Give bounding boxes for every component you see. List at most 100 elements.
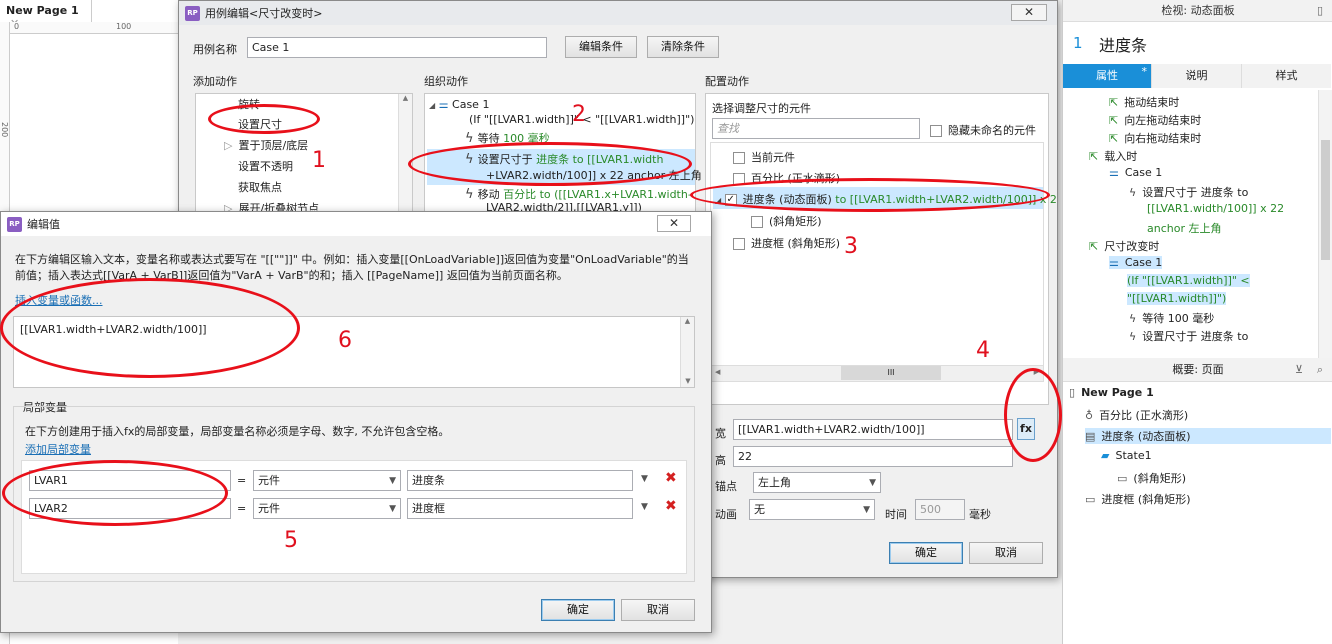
annotation-ellipse-5	[2, 460, 228, 526]
interaction-item[interactable]: ⇱ 向右拖动结束时	[1109, 130, 1201, 146]
case-dialog-titlebar: RP 用例编辑<尺寸改变时> ✕	[179, 1, 1057, 25]
action-item-focus[interactable]: 获取焦点	[238, 179, 282, 195]
chevron-down-icon[interactable]: ▼	[641, 502, 648, 512]
outline-item[interactable]: ▭ (斜角矩形)	[1117, 470, 1186, 486]
action-item-bring-front[interactable]: ▷ 置于顶层/底层	[224, 137, 308, 153]
interaction-item[interactable]: anchor 左上角	[1147, 220, 1221, 236]
case-name-input[interactable]: Case 1	[247, 37, 547, 58]
interaction-item[interactable]: "[[LVAR1.width]]")	[1127, 292, 1227, 305]
panel-icon: ▤	[1085, 430, 1096, 443]
inspector-scrollbar[interactable]	[1318, 90, 1332, 358]
interaction-item[interactable]: (If "[[LVAR1.width]]" <	[1127, 274, 1250, 287]
interaction-item[interactable]: ⇱ 拖动结束时	[1109, 94, 1179, 110]
interaction-item[interactable]: ⚌ Case 1	[1109, 166, 1162, 179]
outline-item[interactable]: ▤ 进度条 (动态面板)	[1085, 428, 1331, 444]
event-icon: ⇱	[1109, 96, 1119, 109]
add-local-var-link[interactable]: 添加局部变量	[25, 441, 91, 457]
annotation-number-3: 3	[844, 234, 858, 259]
interaction-item[interactable]: ϟ 等待 100 毫秒	[1129, 310, 1214, 326]
annotation-number-1: 1	[312, 148, 326, 173]
search-icon[interactable]: ⌕	[1317, 358, 1323, 382]
interaction-item[interactable]: ⇱ 载入时	[1089, 148, 1137, 164]
outline-item[interactable]: ▰ State1	[1101, 449, 1152, 462]
selected-case-band	[1073, 264, 1303, 314]
lightning-icon: ϟ	[1129, 186, 1137, 199]
tab-notes[interactable]: 说明	[1151, 64, 1241, 88]
clear-condition-button[interactable]: 清除条件	[647, 36, 719, 58]
edit-ok-button[interactable]: 确定	[541, 599, 615, 621]
edit-cancel-button[interactable]: 取消	[621, 599, 695, 621]
outline-item[interactable]: ▭ 进度框 (斜角矩形)	[1085, 491, 1191, 507]
filter-icon[interactable]: ⊻	[1295, 358, 1303, 382]
textarea-scrollbar[interactable]: ▲ ▼	[680, 317, 694, 387]
action-item-set-opacity[interactable]: 设置不透明	[238, 158, 293, 174]
widget-item-current[interactable]: 当前元件	[733, 149, 795, 165]
lightning-icon: ϟ	[1129, 312, 1137, 325]
anchor-label: 锚点	[715, 480, 737, 493]
interaction-item[interactable]: ϟ 设置尺寸于 进度条 to	[1129, 328, 1248, 344]
var2-type-select[interactable]: 元件 ▼	[253, 498, 401, 519]
var1-type-select[interactable]: 元件 ▼	[253, 470, 401, 491]
widget-item-bevel-rect[interactable]: (斜角矩形)	[751, 213, 822, 229]
event-icon: ⇱	[1089, 150, 1099, 163]
edit-dialog-titlebar: RP 编辑值 ✕	[1, 212, 711, 236]
inspector-tabs: 属性 * 说明 样式	[1063, 64, 1331, 88]
outline-item[interactable]: ♁ 百分比 (正水滴形)	[1085, 407, 1188, 423]
add-action-header: 添加动作	[193, 75, 237, 88]
org-move-action[interactable]: ϟ 移动 百分比 to ([[LVAR1.x+LVAR1.width-	[465, 186, 692, 202]
hide-unnamed-checkbox[interactable]: 隐藏未命名的元件	[930, 122, 1036, 138]
var1-target-input[interactable]: 进度条	[407, 470, 633, 491]
outline-item[interactable]: ▯ New Page 1	[1069, 386, 1154, 399]
case-cancel-button[interactable]: 取消	[969, 542, 1043, 564]
interaction-item[interactable]: ⚌ Case 1	[1109, 256, 1163, 269]
page-icon[interactable]: ▯	[1317, 0, 1323, 22]
annotation-ellipse-3	[690, 178, 1050, 212]
event-icon: ⇱	[1109, 114, 1119, 127]
delete-var1-icon[interactable]: ✖	[665, 470, 677, 486]
chevron-down-icon: ▼	[863, 505, 870, 515]
annotation-number-2: 2	[572, 102, 586, 127]
checkbox-icon	[930, 125, 942, 137]
anchor-select[interactable]: 左上角 ▼	[753, 472, 881, 493]
list-scrollbar[interactable]: ▲	[398, 94, 412, 222]
widget-search-input[interactable]: 查找	[712, 118, 920, 139]
close-icon[interactable]: ✕	[1011, 4, 1047, 21]
org-case-node[interactable]: ◢ ⚌ Case 1	[429, 98, 489, 111]
var2-target-input[interactable]: 进度框	[407, 498, 633, 519]
page-tab[interactable]: New Page 1 ✕	[0, 0, 92, 30]
interaction-item[interactable]: [[LVAR1.width/100]] x 22	[1147, 202, 1284, 215]
axure-app-icon: RP	[185, 5, 200, 21]
height-input[interactable]: 22	[733, 446, 1013, 467]
chevron-down-icon[interactable]: ▼	[641, 474, 648, 484]
interaction-item[interactable]: ⇱ 向左拖动结束时	[1109, 112, 1201, 128]
tab-properties[interactable]: 属性 *	[1063, 64, 1151, 88]
event-icon: ⇱	[1109, 132, 1119, 145]
chevron-down-icon: ▼	[869, 478, 876, 488]
horizontal-scrollbar[interactable]: ◀ III ▶	[711, 365, 1043, 381]
width-input[interactable]: [[LVAR1.width+LVAR2.width/100]]	[733, 419, 1013, 440]
widget-item-progress-frame[interactable]: 进度框 (斜角矩形)	[733, 235, 840, 251]
interaction-item[interactable]: ⇱ 尺寸改变时	[1089, 238, 1159, 254]
outline-tree[interactable]: ▯ New Page 1 ♁ 百分比 (正水滴形) ▤ 进度条 (动态面板) ▰ State1…	[1063, 384, 1332, 534]
edit-condition-button[interactable]: 编辑条件	[565, 36, 637, 58]
close-icon[interactable]: ✕	[657, 215, 691, 232]
chevron-down-icon: ▼	[389, 504, 396, 514]
time-input[interactable]: 500	[915, 499, 965, 520]
widget-name[interactable]: 进度条	[1099, 32, 1147, 56]
interaction-tree[interactable]: ⇱ 拖动结束时 ⇱ 向左拖动结束时 ⇱ 向右拖动结束时 ⇱ 载入时 ⚌ Case 1 ϟ 设置尺寸于 …	[1063, 90, 1317, 358]
annotation-ellipse-6	[0, 278, 300, 378]
organize-action-header: 组织动作	[424, 75, 468, 88]
case-ok-button[interactable]: 确定	[889, 542, 963, 564]
ms-label: 毫秒	[969, 508, 991, 521]
interaction-item[interactable]: ϟ 设置尺寸于 进度条 to	[1129, 184, 1248, 200]
case-icon: ⚌	[438, 98, 449, 111]
delete-var2-icon[interactable]: ✖	[665, 498, 677, 514]
anim-select[interactable]: 无 ▼	[749, 499, 875, 520]
event-icon: ⇱	[1089, 240, 1099, 253]
expand-arrow-icon[interactable]: ▷	[224, 139, 232, 152]
drop-icon: ♁	[1085, 409, 1094, 422]
tab-style[interactable]: 样式	[1241, 64, 1331, 88]
config-action-panel: 选择调整尺寸的元件 查找 隐藏未命名的元件 当前元件 百分比 (正水滴形) ◢ …	[705, 93, 1057, 405]
config-action-header: 配置动作	[705, 75, 749, 88]
var1-equals: =	[237, 474, 247, 487]
